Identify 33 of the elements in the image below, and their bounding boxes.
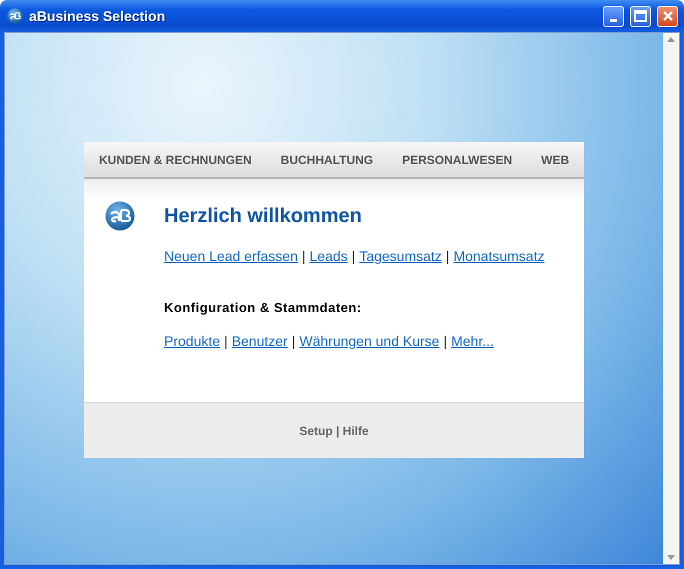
link-separator: | [302,248,306,264]
maximize-icon [634,10,647,22]
link-separator: | [443,333,448,349]
footer-text: Setup | Hilfe [299,424,369,438]
text-link[interactable]: Neuen Lead erfassen [164,248,298,264]
company-logo [105,201,135,231]
nav-item[interactable]: KUNDEN & RECHNUNGEN [99,152,252,166]
maximize-button[interactable] [630,6,651,26]
app-logo-icon [7,8,23,24]
text-link[interactable]: Produkte [164,333,220,349]
minimize-button[interactable] [603,6,624,26]
welcome-heading: Herzlich willkommen [164,205,363,228]
text-link[interactable]: Tagesumsatz [359,248,442,264]
vertical-scrollbar[interactable] [663,33,679,564]
nav-item[interactable]: PERSONALWESEN [402,152,512,166]
nav-item[interactable]: WEB [541,152,570,166]
text-link[interactable]: Währungen und Kurse [299,333,440,349]
scroll-up-icon[interactable] [667,37,675,42]
text-link[interactable]: Leads [310,248,348,264]
link-separator: | [352,248,356,264]
close-icon [662,10,674,22]
section-heading: Konfiguration & Stammdaten: [164,300,363,315]
window-title: aBusiness Selection [29,8,166,24]
minimize-icon [610,18,617,22]
link-separator: | [224,333,228,349]
link-separator: | [292,333,296,349]
link-separator: | [446,248,450,264]
text-link[interactable]: Benutzer [232,333,288,349]
nav-item[interactable]: BUCHHALTUNG [280,152,374,166]
close-button[interactable] [657,6,678,26]
text-link[interactable]: Monatsumsatz [453,248,544,264]
text-link[interactable]: Mehr... [451,333,494,349]
scroll-down-icon[interactable] [667,555,675,560]
